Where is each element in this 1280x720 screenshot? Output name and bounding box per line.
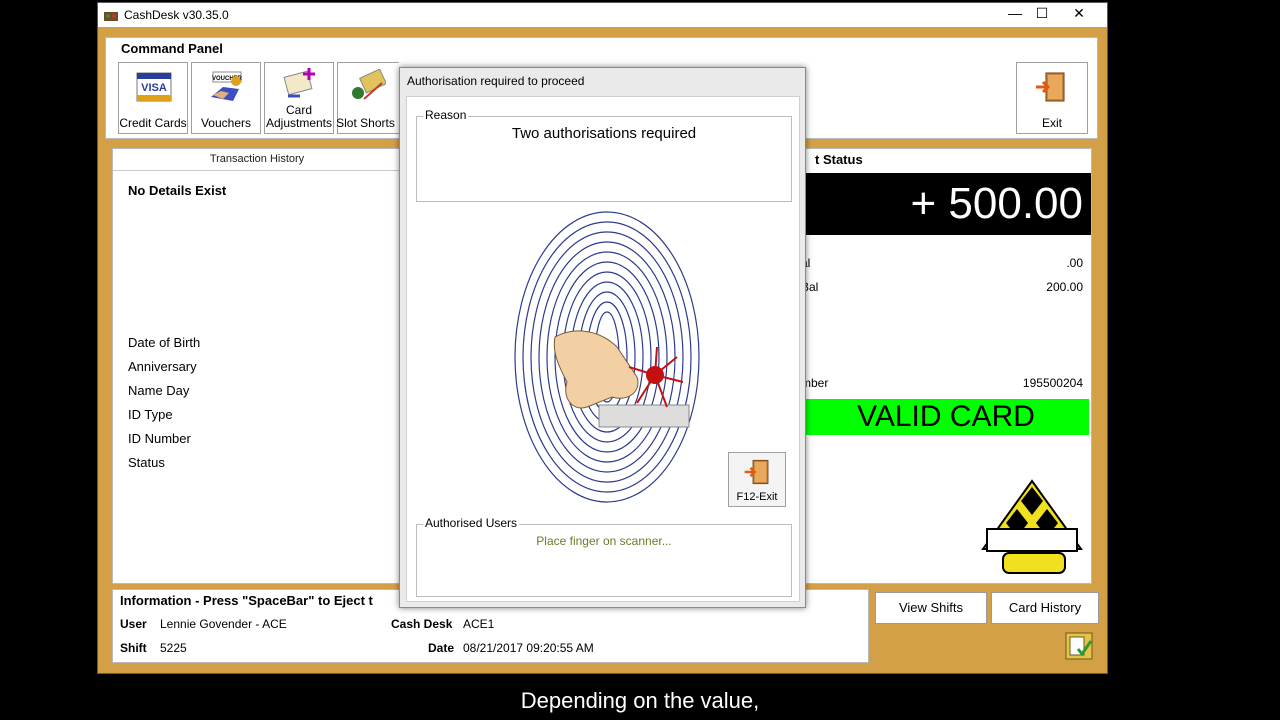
voucher-icon: VOUCHER — [211, 71, 243, 101]
status-row-value: .00 — [1066, 256, 1083, 270]
vouchers-button[interactable]: VOUCHER Vouchers — [191, 62, 261, 134]
credit-cards-label: Credit Cards — [119, 116, 187, 130]
user-value: Lennie Govender - ACE — [160, 617, 287, 631]
authorised-users-label: Authorised Users — [423, 516, 520, 530]
view-shifts-button[interactable]: View Shifts — [875, 592, 987, 624]
slot-shorts-label: Slot Shorts — [336, 116, 395, 130]
reason-label: Reason — [423, 108, 469, 122]
title-bar: CashDesk v30.35.0 — ☐ ✕ — [98, 3, 1107, 27]
visa-text: VISA — [141, 82, 167, 94]
exit-door-icon — [744, 459, 769, 485]
card-status-panel: t Status + 500.00 al .00 Bal 200.00 mber… — [798, 148, 1092, 584]
credit-cards-button[interactable]: VISA Credit Cards — [118, 62, 188, 134]
card-adjustments-button[interactable]: Card Adjustments — [264, 62, 334, 134]
field-id-number: ID Number — [128, 431, 191, 446]
field-anniversary: Anniversary — [128, 359, 197, 374]
vouchers-label: Vouchers — [200, 116, 252, 130]
minimize-button[interactable]: — — [1000, 3, 1030, 25]
status-title: t Status — [815, 152, 863, 167]
reason-text: Two authorisations required — [511, 125, 697, 142]
no-details-text: No Details Exist — [128, 183, 227, 198]
cash-desk-value: ACE1 — [463, 617, 495, 631]
ace-systems-logo — [981, 479, 1083, 574]
slot-shorts-button[interactable]: Slot Shorts — [336, 62, 399, 134]
exit-button[interactable]: Exit — [1016, 62, 1088, 134]
video-subtitle: Depending on the value, — [520, 688, 760, 713]
shift-value: 5225 — [160, 641, 187, 655]
close-button[interactable]: ✕ — [1064, 3, 1094, 25]
field-date-of-birth: Date of Birth — [128, 335, 201, 350]
checklist-icon[interactable] — [1064, 631, 1094, 661]
fingerprint-scanner-icon — [514, 211, 700, 503]
information-title: Information - Press "SpaceBar" to Eject … — [120, 593, 373, 608]
card-adjustments-label-line2: Adjustments — [265, 116, 333, 130]
exit-label: Exit — [1041, 116, 1062, 130]
shift-label: Shift — [120, 641, 147, 655]
maximize-button[interactable]: ☐ — [1027, 3, 1057, 25]
card-number-value: 195500204 — [1022, 376, 1083, 390]
slot-shorts-icon — [352, 69, 386, 100]
transaction-history-panel: Transaction History No Details Exist Dat… — [112, 148, 402, 584]
valid-card-banner: VALID CARD — [803, 399, 1089, 435]
dialog-body: Reason Two authorisations required F12-E… — [406, 96, 800, 602]
status-row-value: 200.00 — [1046, 280, 1083, 294]
card-adjust-icon — [283, 68, 315, 98]
date-label: Date — [428, 641, 455, 655]
window-title: CashDesk v30.35.0 — [124, 8, 229, 22]
field-status: Status — [128, 455, 165, 470]
f12-exit-label: F12-Exit — [736, 491, 778, 503]
tab-transaction-history[interactable]: Transaction History — [113, 149, 401, 171]
card-history-button[interactable]: Card History — [991, 592, 1099, 624]
command-panel-title: Command Panel — [121, 41, 223, 56]
authorisation-dialog: Authorisation required to proceed Reason… — [399, 67, 806, 608]
exit-door-icon — [1036, 72, 1065, 102]
amount-display: + 500.00 — [799, 173, 1091, 235]
visa-card-icon: VISA — [136, 72, 172, 102]
field-id-type: ID Type — [128, 407, 173, 422]
f12-exit-button[interactable]: F12-Exit — [728, 452, 786, 507]
app-icon — [104, 12, 118, 21]
reason-group: Reason Two authorisations required — [416, 108, 792, 202]
authorised-users-group: Authorised Users Place finger on scanner… — [416, 516, 792, 597]
user-label: User — [120, 617, 147, 631]
field-name-day: Name Day — [128, 383, 190, 398]
date-value: 08/21/2017 09:20:55 AM — [463, 641, 594, 655]
cash-desk-label: Cash Desk — [391, 617, 453, 631]
dialog-title: Authorisation required to proceed — [407, 74, 585, 88]
scanner-prompt: Place finger on scanner... — [536, 534, 672, 548]
